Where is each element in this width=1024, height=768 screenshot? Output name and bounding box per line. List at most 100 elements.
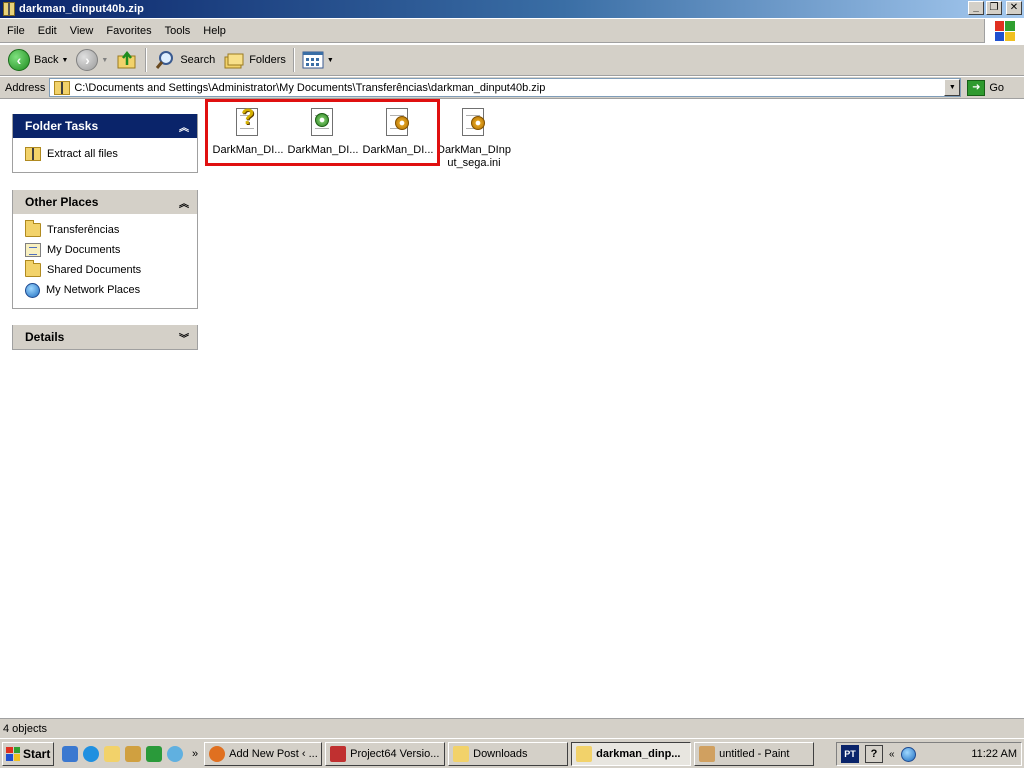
extract-all-files-link[interactable]: Extract all files — [25, 144, 197, 164]
forward-button[interactable]: › ▼ — [72, 46, 112, 74]
up-folder-button[interactable] — [112, 46, 142, 74]
other-places-header[interactable]: Other Places ︽ — [13, 190, 197, 214]
place-label: Transferências — [47, 224, 120, 236]
file-name: DarkMan_DI... — [287, 144, 359, 156]
expand-chevron-icon[interactable]: ︾ — [179, 330, 189, 345]
taskbar-button-downloads[interactable]: Downloads — [448, 741, 569, 766]
help-icon[interactable]: ? — [865, 745, 883, 763]
language-indicator[interactable]: PT — [841, 745, 859, 763]
folder-tasks-header[interactable]: Folder Tasks ︽ — [13, 114, 197, 138]
close-button[interactable]: ✕ — [1006, 1, 1022, 15]
file-name: DarkMan_DI... — [362, 144, 434, 156]
toolbar-separator — [145, 48, 148, 72]
media-icon[interactable] — [125, 745, 141, 762]
messenger-icon[interactable] — [167, 745, 183, 762]
system-tray: PT ? « 11:22 AM — [836, 742, 1022, 766]
toolbar-separator — [292, 48, 295, 72]
file-item[interactable]: DarkMan_DI... — [285, 106, 361, 157]
folders-icon — [224, 53, 244, 69]
folder-icon — [25, 220, 41, 237]
back-dropdown-icon[interactable]: ▼ — [61, 57, 68, 64]
menu-help[interactable]: Help — [196, 25, 232, 37]
start-label: Start — [23, 746, 51, 761]
start-button[interactable]: Start — [2, 741, 54, 766]
quick-launch: » — [62, 745, 198, 762]
place-transferencias[interactable]: Transferências — [25, 220, 197, 240]
network-tray-icon[interactable] — [900, 746, 916, 762]
windows-logo-icon — [984, 19, 1024, 43]
up-folder-icon — [117, 50, 136, 69]
extract-all-files-label: Extract all files — [47, 148, 118, 160]
tray-expand-icon[interactable]: « — [889, 749, 895, 760]
other-places-title: Other Places — [25, 195, 99, 209]
views-icon — [302, 51, 324, 69]
address-label: Address — [5, 81, 46, 94]
place-label: My Documents — [47, 244, 121, 256]
taskbar-button-paint[interactable]: untitled - Paint — [694, 741, 815, 766]
my-documents-icon — [25, 243, 41, 257]
taskbar-button-add-new-post[interactable]: Add New Post ‹ ... — [204, 741, 323, 766]
dll-file-icon — [307, 106, 339, 140]
details-header[interactable]: Details ︾ — [13, 325, 197, 349]
address-path: C:\Documents and Settings\Administrator\… — [74, 81, 546, 94]
zip-folder-icon — [576, 745, 593, 762]
file-view[interactable]: ? DarkMan_DI... DarkMan_DI... DarkMan_DI… — [208, 100, 1024, 718]
details-title: Details — [25, 330, 65, 344]
network-globe-icon — [25, 282, 40, 298]
search-button[interactable]: Search — [150, 46, 219, 74]
collapse-chevron-icon[interactable]: ︽ — [179, 119, 189, 134]
other-places-panel: Other Places ︽ Transferências My Documen… — [12, 190, 198, 309]
place-my-network-places[interactable]: My Network Places — [25, 280, 197, 300]
back-button[interactable]: ‹ Back ▼ — [4, 46, 72, 74]
folder-tasks-title: Folder Tasks — [25, 119, 99, 133]
taskbar-button-project64[interactable]: Project64 Versio... — [325, 741, 446, 766]
toolbar: ‹ Back ▼ › ▼ Search Folders ▼ — [0, 44, 1024, 76]
other-places-body: Transferências My Documents Shared Docum… — [13, 214, 197, 308]
shared-folder-icon — [25, 260, 41, 277]
views-button[interactable]: ▼ — [298, 46, 338, 74]
menu-edit[interactable]: Edit — [31, 25, 63, 37]
file-item[interactable]: DarkMan_DInput_sega.ini — [436, 106, 512, 170]
explorer-folder-icon[interactable] — [104, 745, 120, 762]
window-title: darkman_dinput40b.zip — [19, 3, 144, 15]
config-file-icon — [382, 106, 414, 140]
menu-view[interactable]: View — [63, 25, 100, 37]
forward-arrow-icon: › — [76, 49, 99, 71]
file-name: DarkMan_DInput_sega.ini — [437, 144, 511, 169]
address-input[interactable]: C:\Documents and Settings\Administrator\… — [49, 78, 962, 97]
folders-button[interactable]: Folders — [219, 46, 290, 74]
go-arrow-icon: ➜ — [967, 79, 986, 96]
views-dropdown-icon[interactable]: ▼ — [327, 57, 334, 64]
task-pane: Folder Tasks ︽ Extract all files Other P… — [0, 100, 208, 718]
extract-icon — [25, 147, 41, 161]
folder-tasks-body: Extract all files — [13, 138, 197, 172]
address-bar: Address C:\Documents and Settings\Admini… — [0, 77, 1024, 99]
menu-favorites[interactable]: Favorites — [99, 25, 157, 37]
file-item[interactable]: DarkMan_DI... — [360, 106, 436, 157]
title-bar[interactable]: darkman_dinput40b.zip _ ❐ ✕ — [0, 0, 1024, 18]
collapse-chevron-icon[interactable]: ︽ — [179, 195, 189, 210]
taskbar-button-darkman-zip[interactable]: darkman_dinp... — [571, 741, 692, 766]
internet-explorer-icon[interactable] — [83, 745, 99, 762]
file-item[interactable]: ? DarkMan_DI... — [210, 104, 286, 157]
quick-launch-icon[interactable] — [62, 745, 78, 762]
folder-icon — [453, 745, 470, 762]
search-icon — [156, 51, 174, 69]
forward-dropdown-icon[interactable]: ▼ — [101, 57, 108, 64]
go-button[interactable]: ➜ Go — [967, 79, 1004, 96]
paint-icon — [699, 745, 716, 762]
firefox-icon — [209, 745, 226, 762]
place-my-documents[interactable]: My Documents — [25, 240, 197, 260]
clock[interactable]: 11:22 AM — [971, 748, 1017, 760]
taskbar: Start » Add New Post ‹ ... Project64 Ver… — [0, 738, 1024, 768]
zip-folder-icon — [54, 80, 71, 95]
menu-bar: File Edit View Favorites Tools Help — [0, 19, 1024, 43]
menu-tools[interactable]: Tools — [158, 25, 197, 37]
restore-button[interactable]: ❐ — [986, 1, 1002, 15]
quick-launch-more[interactable]: » — [192, 748, 198, 760]
menu-file[interactable]: File — [0, 25, 31, 37]
app-icon[interactable] — [146, 745, 162, 762]
address-dropdown-icon[interactable]: ▼ — [944, 79, 961, 96]
place-shared-documents[interactable]: Shared Documents — [25, 260, 197, 280]
minimize-button[interactable]: _ — [968, 1, 984, 15]
